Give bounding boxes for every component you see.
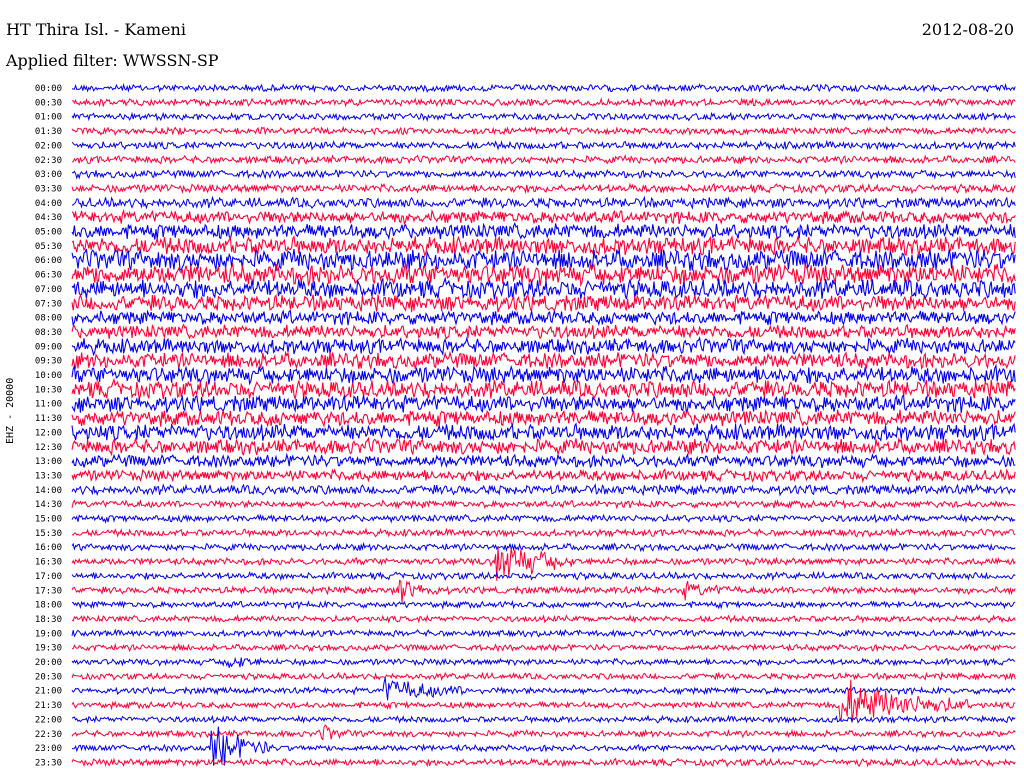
trace-1130 [71, 408, 1016, 428]
helicorder-plot: 00:00 00:30 01:00 01:30 02:00 02:30 03:00 03:30… [35, 82, 1016, 768]
trace-0130 [71, 125, 1016, 137]
time-label-1630: 16:30 [35, 558, 62, 568]
trace-0300 [71, 168, 1016, 180]
trace-2230 [71, 724, 1016, 741]
time-label-1830: 18:30 [35, 615, 62, 625]
time-label-1700: 17:00 [35, 572, 62, 582]
trace-1400 [71, 483, 1016, 497]
trace-2100 [71, 677, 1016, 701]
time-label-2330: 23:30 [35, 758, 62, 768]
trace-1330 [71, 468, 1016, 484]
time-label-0830: 08:30 [35, 328, 62, 338]
time-label-2030: 20:30 [35, 672, 62, 682]
time-labels: 00:00 00:30 01:00 01:30 02:00 02:30 03:00 03:30… [35, 84, 62, 768]
time-label-2300: 23:00 [35, 744, 62, 754]
time-label-0800: 08:00 [35, 314, 62, 324]
trace-0830 [71, 323, 1016, 340]
time-label-1800: 18:00 [35, 601, 62, 611]
trace-0800 [71, 309, 1016, 327]
trace-1600 [71, 541, 1016, 553]
time-label-0700: 07:00 [35, 285, 62, 295]
trace-lines [71, 82, 1016, 768]
time-label-0600: 06:00 [35, 256, 62, 266]
time-label-2230: 22:30 [35, 730, 62, 740]
time-label-1100: 11:00 [35, 400, 62, 410]
time-label-0200: 02:00 [35, 141, 62, 151]
trace-1300 [71, 452, 1016, 469]
trace-0230 [71, 154, 1016, 166]
trace-0100 [71, 111, 1016, 122]
time-label-1930: 19:30 [35, 644, 62, 654]
trace-1530 [71, 527, 1016, 538]
time-label-2200: 22:00 [35, 715, 62, 725]
time-label-0530: 05:30 [35, 242, 62, 252]
trace-1430 [71, 499, 1016, 510]
trace-1030 [71, 377, 1016, 401]
time-label-2000: 20:00 [35, 658, 62, 668]
trace-0500 [71, 222, 1016, 241]
trace-1830 [71, 613, 1016, 624]
trace-0900 [71, 336, 1016, 357]
time-label-0330: 03:30 [35, 184, 62, 194]
time-label-1300: 13:00 [35, 457, 62, 467]
time-label-0730: 07:30 [35, 299, 62, 309]
trace-0400 [71, 195, 1016, 211]
time-label-1900: 19:00 [35, 629, 62, 639]
time-label-1730: 17:30 [35, 586, 62, 596]
time-label-1030: 10:30 [35, 385, 62, 395]
trace-0430 [71, 208, 1016, 226]
trace-1500 [71, 513, 1016, 524]
time-label-1430: 14:30 [35, 500, 62, 510]
trace-0030 [72, 97, 1016, 108]
trace-0600 [71, 248, 1016, 272]
time-label-0630: 06:30 [35, 271, 62, 281]
time-label-1530: 15:30 [35, 529, 62, 539]
time-label-0130: 01:30 [35, 127, 62, 137]
time-label-1200: 12:00 [35, 428, 62, 438]
trace-1700 [71, 570, 1016, 582]
time-label-0000: 00:00 [35, 84, 62, 94]
trace-0530 [71, 235, 1016, 258]
trace-0330 [71, 182, 1016, 195]
trace-1800 [72, 599, 1016, 610]
time-label-0300: 03:00 [35, 170, 62, 180]
time-label-1230: 12:30 [35, 443, 62, 453]
trace-1000 [71, 363, 1016, 386]
time-label-1400: 14:00 [35, 486, 62, 496]
time-label-0230: 02:30 [35, 156, 62, 166]
trace-1730 [71, 579, 1016, 604]
trace-0000 [71, 82, 1016, 93]
time-label-2130: 21:30 [35, 701, 62, 711]
trace-0930 [71, 350, 1016, 371]
time-label-1600: 16:00 [35, 543, 62, 553]
trace-1200 [71, 422, 1016, 444]
time-label-0100: 01:00 [35, 113, 62, 123]
trace-1900 [71, 628, 1016, 639]
trace-1230 [71, 436, 1016, 457]
trace-0730 [71, 293, 1016, 313]
trace-2130 [71, 679, 1016, 722]
trace-2000 [71, 656, 1016, 668]
time-label-1130: 11:30 [35, 414, 62, 424]
trace-2030 [71, 671, 1016, 682]
trace-1100 [71, 394, 1016, 414]
time-label-0430: 04:30 [35, 213, 62, 223]
time-label-2100: 21:00 [35, 687, 62, 697]
time-label-0500: 05:00 [35, 228, 62, 238]
trace-1930 [72, 642, 1016, 653]
time-label-0400: 04:00 [35, 199, 62, 209]
trace-0200 [71, 139, 1016, 151]
time-label-1000: 10:00 [35, 371, 62, 381]
time-label-1330: 13:30 [35, 471, 62, 481]
time-label-0930: 09:30 [35, 357, 62, 367]
time-label-0030: 00:30 [35, 98, 62, 108]
time-label-1500: 15:00 [35, 515, 62, 525]
time-label-0900: 09:00 [35, 342, 62, 352]
